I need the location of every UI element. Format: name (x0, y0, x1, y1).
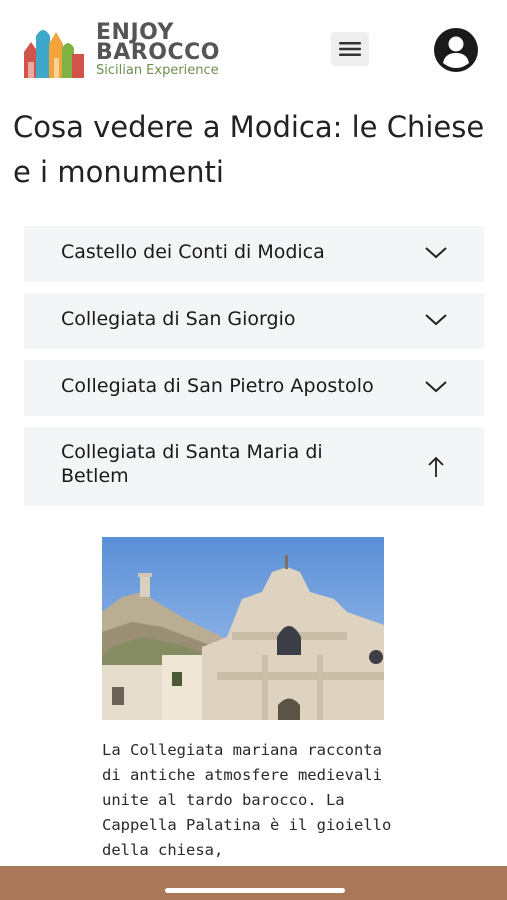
accordion-item-label: Collegiata di San Giorgio (61, 308, 296, 330)
menu-button[interactable] (331, 32, 369, 66)
church-facade-photo (102, 537, 384, 720)
enjoy-barocco-logo[interactable]: ENJOY BAROCCO Sicilian Experience (22, 22, 242, 80)
accordion-item-label: Castello dei Conti di Modica (61, 241, 325, 263)
monuments-accordion: Castello dei Conti di Modica Collegiata … (24, 226, 484, 517)
logo-mark-icon (24, 30, 84, 78)
hamburger-menu-icon (339, 42, 361, 56)
account-button[interactable] (433, 27, 479, 73)
page-title: Cosa vedere a Modica: le Chiese e i monu… (13, 110, 485, 189)
logo-text-line2: BAROCCO (96, 40, 220, 65)
accordion-item-castello[interactable]: Castello dei Conti di Modica (24, 226, 484, 282)
accordion-item-label: Collegiata di San Pietro Apostolo (61, 375, 374, 397)
chevron-down-icon (425, 314, 447, 326)
chevron-down-icon (425, 247, 447, 259)
site-header: ENJOY BAROCCO Sicilian Experience (0, 0, 507, 100)
user-account-icon (434, 28, 478, 72)
arrow-up-icon (428, 456, 444, 477)
accordion-item-san-giorgio[interactable]: Collegiata di San Giorgio (24, 293, 484, 349)
monument-description: La Collegiata mariana racconta di antich… (102, 741, 392, 859)
logo-tagline: Sicilian Experience (96, 63, 219, 78)
home-indicator[interactable] (165, 888, 345, 893)
bottom-bar (0, 866, 507, 900)
accordion-item-label: Collegiata di Santa Maria di Betlem (61, 441, 323, 487)
accordion-item-santa-maria-betlem[interactable]: Collegiata di Santa Maria di Betlem (24, 427, 484, 506)
accordion-item-san-pietro[interactable]: Collegiata di San Pietro Apostolo (24, 360, 484, 416)
chevron-down-icon (425, 381, 447, 393)
